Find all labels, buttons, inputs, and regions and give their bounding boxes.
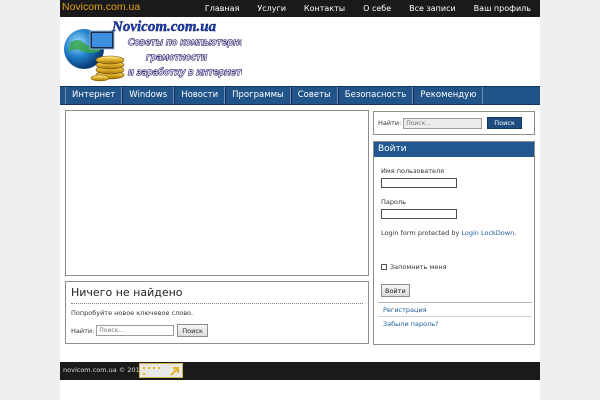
nav-item-security[interactable]: Безопасность: [337, 87, 414, 104]
login-button[interactable]: Войти: [381, 284, 410, 297]
login-links: Регистрация Забыли пароль?: [378, 302, 532, 330]
remember-me-label: Запомнить меня: [390, 263, 447, 271]
remember-me-checkbox[interactable]: [381, 264, 387, 270]
username-input[interactable]: [381, 178, 457, 188]
site-footer: novicom.com.ua © 2014: [60, 362, 540, 380]
nav-item-tips[interactable]: Советы: [290, 87, 338, 104]
content-search-label: Найти:: [71, 326, 95, 335]
password-input[interactable]: [381, 209, 457, 219]
login-widget: Войти Имя пользователя Пароль Login form…: [373, 141, 535, 345]
nav-item-recommend[interactable]: Рекомендую: [413, 87, 484, 104]
top-nav-all-posts[interactable]: Все записи: [400, 0, 465, 17]
protected-text: Login form protected by: [381, 229, 462, 237]
top-bar: Novicom.com.ua Главная Услуги Контакты О…: [60, 0, 540, 17]
sidebar-search-input[interactable]: [403, 117, 483, 129]
nav-item-news[interactable]: Новости: [174, 87, 226, 104]
login-protected-note: Login form protected by Login LockDown.: [381, 229, 516, 237]
featured-content-box: [65, 110, 369, 276]
remember-me-row: Запомнить меня: [381, 263, 447, 271]
password-label: Пароль: [381, 198, 406, 206]
sidebar-search-form: Найти: Поиск: [378, 117, 522, 129]
logo-title: Novicom.com.ua: [111, 19, 217, 35]
nav-item-windows[interactable]: Windows: [122, 87, 175, 104]
site-title-link[interactable]: Novicom.com.ua: [62, 1, 140, 13]
site-header: Novicom.com.ua Советы по компьютерной гр…: [60, 17, 540, 87]
site-logo[interactable]: Novicom.com.ua Советы по компьютерной гр…: [62, 17, 242, 87]
arrow-icon: [170, 367, 179, 376]
content-search-button[interactable]: Поиск: [177, 324, 208, 337]
divider: [71, 303, 363, 304]
content-search-input[interactable]: [96, 325, 175, 336]
logo-line-1: Советы по компьютерной: [128, 38, 242, 48]
login-lockdown-link[interactable]: Login LockDown: [461, 229, 514, 237]
top-nav-contacts[interactable]: Контакты: [295, 0, 354, 17]
top-nav-profile[interactable]: Ваш профиль: [465, 0, 540, 17]
sidebar-search-button[interactable]: Поиск: [487, 117, 522, 129]
not-found-message: Попробуйте новое ключевое слово.: [71, 309, 194, 317]
sidebar-search-label: Найти:: [378, 119, 402, 127]
login-title: Войти: [374, 142, 534, 157]
footer-copyright: novicom.com.ua © 2014: [63, 366, 144, 374]
sidebar-search-box: Найти: Поиск: [373, 111, 535, 135]
register-link[interactable]: Регистрация: [378, 302, 532, 316]
top-nav: Главная Услуги Контакты О себе Все запис…: [196, 0, 540, 17]
username-label: Имя пользователя: [381, 167, 445, 175]
coins-icon: [90, 55, 125, 82]
not-found-box: Ничего не найдено Попробуйте новое ключе…: [65, 281, 369, 344]
nav-item-programs[interactable]: Программы: [225, 87, 291, 104]
top-nav-about[interactable]: О себе: [354, 0, 400, 17]
main-nav: Интернет Windows Новости Программы Совет…: [60, 86, 540, 105]
top-nav-services[interactable]: Услуги: [248, 0, 295, 17]
logo-line-2: грамотности: [146, 53, 207, 63]
top-nav-home[interactable]: Главная: [196, 0, 249, 17]
forgot-password-link[interactable]: Забыли пароль?: [378, 316, 532, 330]
nav-item-internet[interactable]: Интернет: [65, 87, 123, 104]
protected-text-end: .: [514, 229, 517, 237]
not-found-title: Ничего не найдено: [71, 286, 183, 299]
logo-line-3: и заработку в интернете: [128, 68, 242, 78]
content-search-form: Найти: Поиск: [71, 324, 208, 337]
visitor-counter[interactable]: [139, 363, 183, 378]
